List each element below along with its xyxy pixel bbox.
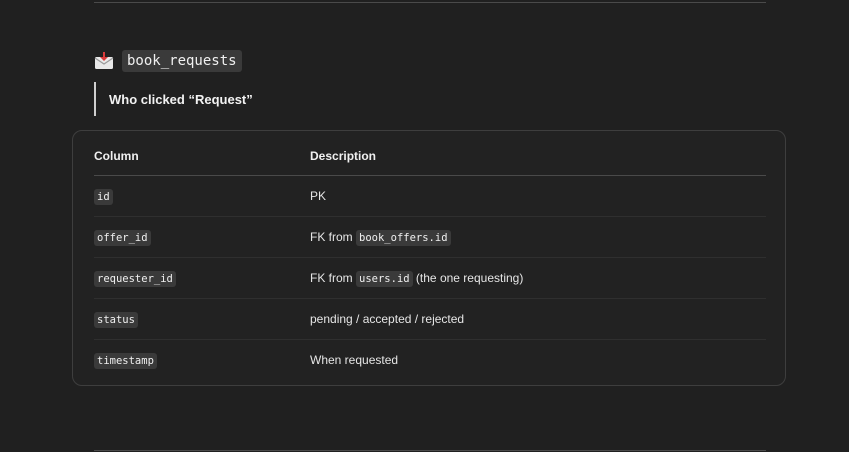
description-cell: FK from book_offers.id xyxy=(310,216,766,258)
table-row: requester_id FK from users.id (the one r… xyxy=(94,257,766,299)
header-column: Column xyxy=(94,137,310,176)
column-cell: offer_id xyxy=(94,216,310,258)
table-row: timestamp When requested xyxy=(94,340,766,381)
table-row: id PK xyxy=(94,175,766,217)
column-name: status xyxy=(94,311,138,328)
description-text: FK from xyxy=(310,270,357,285)
columns-table: Column Description id PK offer_id FK fro… xyxy=(94,137,766,380)
description-cell: pending / accepted / rejected xyxy=(310,298,766,340)
section-quote: Who clicked “Request” xyxy=(94,82,253,116)
page: book_requests Who clicked “Request” Colu… xyxy=(0,0,849,452)
description-cell: PK xyxy=(310,175,766,217)
description-cell: When requested xyxy=(310,340,766,381)
column-cell: timestamp xyxy=(94,340,310,381)
column-cell: status xyxy=(94,298,310,340)
description-text: pending / accepted / rejected xyxy=(310,312,465,326)
description-code: users.id xyxy=(356,270,413,287)
header-description: Description xyxy=(310,137,766,176)
description-text: PK xyxy=(310,189,327,203)
column-name: id xyxy=(94,188,113,205)
table-row: status pending / accepted / rejected xyxy=(94,298,766,340)
incoming-envelope-icon xyxy=(94,51,114,71)
top-divider xyxy=(94,2,766,3)
column-cell: requester_id xyxy=(94,257,310,299)
section-title: book_requests xyxy=(122,50,242,72)
description-text: FK from xyxy=(310,229,357,244)
description-suffix: (the one requesting) xyxy=(412,270,524,285)
table-header-row: Column Description xyxy=(94,137,766,176)
description-cell: FK from users.id (the one requesting) xyxy=(310,257,766,299)
column-name: timestamp xyxy=(94,352,157,369)
description-text: When requested xyxy=(310,353,399,367)
column-name: offer_id xyxy=(94,229,151,246)
table-card: Column Description id PK offer_id FK fro… xyxy=(72,130,786,386)
description-code: book_offers.id xyxy=(356,229,451,246)
column-name: requester_id xyxy=(94,270,176,287)
section-heading: book_requests xyxy=(94,49,242,73)
column-cell: id xyxy=(94,175,310,217)
table-row: offer_id FK from book_offers.id xyxy=(94,216,766,258)
bottom-divider xyxy=(94,450,766,451)
